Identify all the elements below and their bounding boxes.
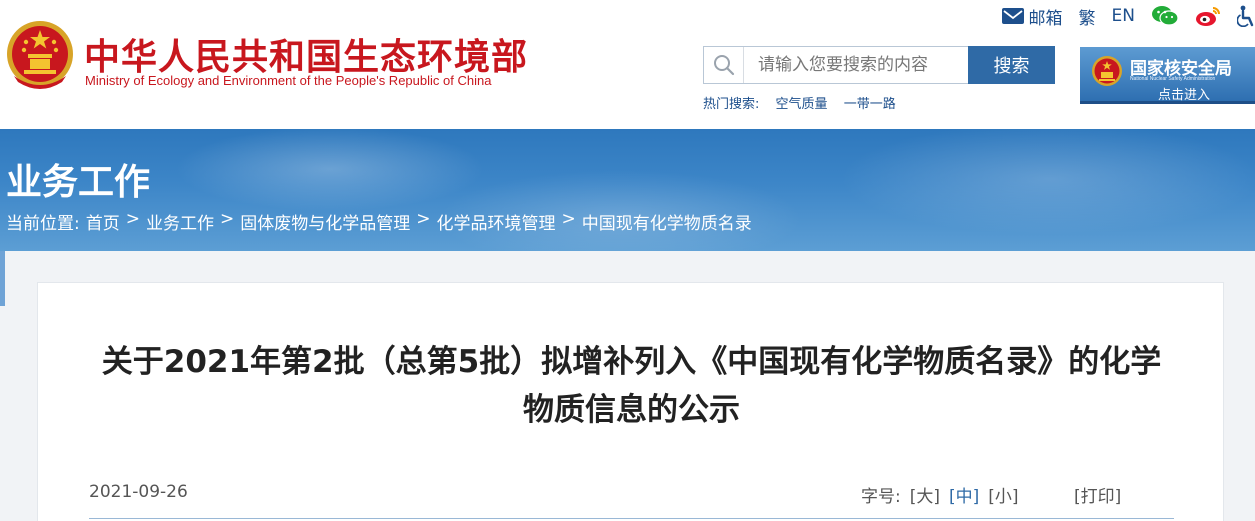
section-banner: 业务工作 当前位置: 首页 > 业务工作 > 固体废物与化学品管理 > 化学品环…: [0, 129, 1255, 251]
nnsa-emblem-icon: [1092, 56, 1122, 86]
breadcrumb-item-business[interactable]: 业务工作: [146, 209, 214, 234]
mail-label: 邮箱: [1028, 8, 1063, 29]
hot-search-item[interactable]: 一带一路: [844, 97, 896, 112]
accessibility-link[interactable]: [1237, 5, 1255, 27]
nnsa-entry-button[interactable]: 国家核安全局 National Nuclear Safety Administr…: [1080, 47, 1255, 104]
weibo-icon: [1196, 7, 1220, 26]
font-size-controls: 字号: [大] [中] [小]: [861, 482, 1028, 507]
breadcrumb-item-home[interactable]: 首页: [86, 209, 120, 234]
breadcrumb-separator: >: [561, 209, 576, 229]
search-icon[interactable]: [704, 47, 744, 83]
search-button[interactable]: 搜索: [968, 46, 1055, 84]
article-title: 关于2021年第2批（总第5批）拟增补列入《中国现有化学物质名录》的化学物质信息…: [101, 344, 1162, 428]
mail-link[interactable]: 邮箱: [1001, 4, 1063, 29]
nnsa-name-en: National Nuclear Safety Administration: [1130, 76, 1216, 82]
hot-search: 热门搜索: 空气质量 一带一路: [703, 93, 908, 112]
national-emblem-icon[interactable]: [4, 18, 76, 94]
weibo-link[interactable]: [1195, 5, 1221, 27]
english-link[interactable]: EN: [1112, 6, 1135, 26]
search-input[interactable]: [744, 48, 964, 82]
breadcrumb-item-chemicals[interactable]: 化学品环境管理: [436, 209, 555, 234]
breadcrumb-separator: >: [125, 209, 140, 229]
print-button[interactable]: [打印]: [1074, 482, 1121, 507]
search-box: [703, 46, 968, 84]
section-title: 业务工作: [6, 162, 151, 203]
breadcrumb-separator: >: [219, 209, 235, 229]
breadcrumb-item-inventory[interactable]: 中国现有化学物质名录: [582, 209, 752, 234]
hot-search-label: 热门搜索:: [703, 97, 760, 112]
font-small-button[interactable]: [小]: [988, 482, 1018, 507]
wechat-link[interactable]: [1151, 5, 1179, 27]
article-card: 关于2021年第2批（总第5批）拟增补列入《中国现有化学物质名录》的化学物质信息…: [37, 282, 1224, 521]
top-links: 邮箱 繁 EN: [986, 4, 1255, 29]
nnsa-enter-label: 点击进入: [1158, 88, 1211, 103]
font-large-button[interactable]: [大]: [910, 482, 940, 507]
wechat-icon: [1152, 6, 1179, 26]
article-divider: [89, 518, 1174, 519]
font-medium-button[interactable]: [中]: [949, 482, 979, 507]
breadcrumb-prefix: 当前位置:: [6, 214, 80, 234]
site-header: 中华人民共和国生态环境部 Ministry of Ecology and Env…: [0, 0, 1255, 129]
publish-date: 2021-09-26: [89, 482, 188, 502]
breadcrumb-item-solid-waste[interactable]: 固体废物与化学品管理: [240, 209, 410, 234]
ministry-name-en[interactable]: Ministry of Ecology and Environment of t…: [85, 73, 491, 88]
hot-search-item[interactable]: 空气质量: [776, 97, 828, 112]
accessibility-icon: [1237, 5, 1254, 27]
left-accent-strip: [0, 251, 5, 306]
font-size-label: 字号:: [861, 487, 901, 507]
breadcrumb-separator: >: [416, 209, 431, 229]
traditional-chinese-link[interactable]: 繁: [1079, 4, 1096, 29]
breadcrumb: 当前位置: 首页 > 业务工作 > 固体废物与化学品管理 > 化学品环境管理 >…: [6, 209, 752, 234]
mail-icon: [1001, 8, 1024, 24]
